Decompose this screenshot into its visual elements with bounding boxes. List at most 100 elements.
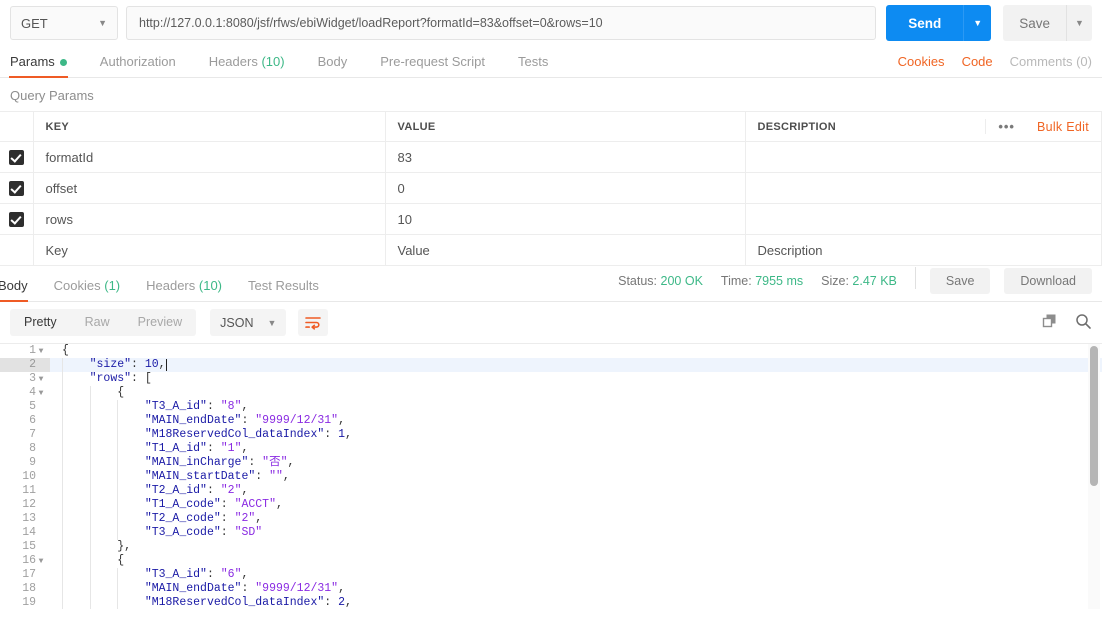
param-description[interactable] xyxy=(745,141,1102,173)
column-header-description-label: DESCRIPTION xyxy=(757,120,836,133)
response-body-code-viewer[interactable]: 1 ▼ {2 "size": 10, 3 ▼ "rows": [4 ▼ {5 "T3_A_… xyxy=(0,344,1102,609)
fold-arrow-icon[interactable]: ▼ xyxy=(36,387,46,401)
request-bar: GET ▼ http://127.0.0.1:8080/jsf/rfws/ebi… xyxy=(0,0,1102,46)
request-tabs-actions: Cookies Code Comments (0) xyxy=(881,54,1092,77)
line-number: 15 xyxy=(0,540,50,554)
code-line[interactable]: 5 "T3_A_id": "8", xyxy=(0,400,1102,414)
indent-guide xyxy=(62,582,63,596)
copy-icon[interactable] xyxy=(1042,313,1059,333)
tab-authorization[interactable]: Authorization xyxy=(100,54,176,77)
response-tab-cookies[interactable]: Cookies (1) xyxy=(54,278,120,301)
response-tab-body[interactable]: Body xyxy=(0,278,28,302)
tab-tests[interactable]: Tests xyxy=(518,54,548,77)
bulk-edit-link[interactable]: Bulk Edit xyxy=(1027,120,1101,134)
code-line[interactable]: 18 "MAIN_endDate": "9999/12/31", xyxy=(0,582,1102,596)
table-header-row: KEY VALUE DESCRIPTION ••• Bulk Edit xyxy=(0,111,1102,142)
new-param-description-input[interactable]: Description xyxy=(745,234,1102,266)
code-line[interactable]: 15 }, xyxy=(0,540,1102,554)
code-line[interactable]: 10 "MAIN_startDate": "", xyxy=(0,470,1102,484)
indent-guide xyxy=(62,400,63,414)
code-text: "T3_A_code": "SD" xyxy=(50,526,262,540)
code-line[interactable]: 7 "M18ReservedCol_dataIndex": 1, xyxy=(0,428,1102,442)
tab-params[interactable]: Params xyxy=(9,54,68,78)
new-param-key-input[interactable]: Key xyxy=(33,234,386,266)
table-row: rows 10 xyxy=(0,203,1102,235)
send-button[interactable]: Send xyxy=(886,5,964,41)
indent-guide xyxy=(62,414,63,428)
word-wrap-icon[interactable] xyxy=(298,309,329,336)
param-checkbox[interactable] xyxy=(8,181,24,197)
tab-body[interactable]: Body xyxy=(318,54,348,77)
new-param-value-input[interactable]: Value xyxy=(385,234,746,266)
tab-headers-count: (10) xyxy=(261,54,285,69)
param-description[interactable] xyxy=(745,203,1102,235)
response-tab-cookies-count: (1) xyxy=(104,278,121,293)
size-value: 2.47 KB xyxy=(852,274,897,288)
param-enabled-cell-empty xyxy=(0,234,34,266)
save-options-caret[interactable]: ▼ xyxy=(1066,5,1092,41)
code-line[interactable]: 16 ▼ { xyxy=(0,554,1102,568)
code-line[interactable]: 19 "M18ReservedCol_dataIndex": 2, xyxy=(0,596,1102,609)
param-key[interactable]: formatId xyxy=(33,141,386,173)
code-line[interactable]: 14 "T3_A_code": "SD" xyxy=(0,526,1102,540)
code-line[interactable]: 12 "T1_A_code": "ACCT", xyxy=(0,498,1102,512)
url-input[interactable]: http://127.0.0.1:8080/jsf/rfws/ebiWidget… xyxy=(126,6,877,40)
code-lines: 1 ▼ {2 "size": 10, 3 ▼ "rows": [4 ▼ {5 "T3_A_… xyxy=(0,344,1102,609)
indent-guide xyxy=(117,582,119,596)
code-line[interactable]: 6 "MAIN_endDate": "9999/12/31", xyxy=(0,414,1102,428)
indent-guide xyxy=(117,470,119,484)
view-mode-preview[interactable]: Preview xyxy=(124,309,196,336)
param-description[interactable] xyxy=(745,172,1102,204)
code-link[interactable]: Code xyxy=(962,54,993,69)
param-checkbox[interactable] xyxy=(8,150,24,166)
indent-guide xyxy=(89,498,91,512)
http-method-select[interactable]: GET ▼ xyxy=(10,6,118,40)
param-value[interactable]: 10 xyxy=(385,203,746,235)
fold-arrow-icon[interactable]: ▼ xyxy=(36,345,46,359)
send-options-caret[interactable]: ▼ xyxy=(963,5,992,41)
time-value: 7955 ms xyxy=(755,274,804,288)
code-line[interactable]: 9 "MAIN_inCharge": "否", xyxy=(0,456,1102,470)
code-line[interactable]: 4 ▼ { xyxy=(0,386,1102,400)
tab-pre-request-script-label: Pre-request Script xyxy=(380,54,485,69)
param-key[interactable]: offset xyxy=(33,172,386,204)
indent-guide xyxy=(117,400,119,414)
tab-headers[interactable]: Headers (10) xyxy=(209,54,285,77)
code-scrollbar-thumb[interactable] xyxy=(1090,346,1098,486)
code-line[interactable]: 17 "T3_A_id": "6", xyxy=(0,568,1102,582)
code-line[interactable]: 8 "T1_A_id": "1", xyxy=(0,442,1102,456)
word-wrap-glyph xyxy=(305,316,322,330)
response-tab-headers[interactable]: Headers (10) xyxy=(146,278,222,301)
tab-pre-request-script[interactable]: Pre-request Script xyxy=(380,54,485,77)
more-options-icon[interactable]: ••• xyxy=(985,119,1027,134)
view-mode-pretty[interactable]: Pretty xyxy=(10,309,71,336)
param-checkbox[interactable] xyxy=(8,212,24,228)
code-line[interactable]: 11 "T2_A_id": "2", xyxy=(0,484,1102,498)
code-line[interactable]: 3 ▼ "rows": [ xyxy=(0,372,1102,386)
select-all-cell xyxy=(0,111,34,142)
indent-guide xyxy=(117,596,119,609)
indent-guide xyxy=(117,428,119,442)
code-line[interactable]: 2 "size": 10, xyxy=(0,358,1102,372)
fold-arrow-icon[interactable]: ▼ xyxy=(36,555,46,569)
response-tab-test-results[interactable]: Test Results xyxy=(248,278,319,301)
cookies-link[interactable]: Cookies xyxy=(898,54,945,69)
param-key[interactable]: rows xyxy=(33,203,386,235)
param-value[interactable]: 83 xyxy=(385,141,746,173)
save-response-button[interactable]: Save xyxy=(929,268,991,294)
search-icon[interactable] xyxy=(1075,313,1092,333)
code-text: "T2_A_code": "2", xyxy=(50,512,262,526)
comments-link[interactable]: Comments (0) xyxy=(1010,54,1092,69)
fold-arrow-icon[interactable]: ▼ xyxy=(36,373,46,387)
code-line[interactable]: 13 "T2_A_code": "2", xyxy=(0,512,1102,526)
indent-guide xyxy=(62,596,63,609)
line-number: 3 ▼ xyxy=(0,372,50,386)
response-format-select[interactable]: JSON ▼ xyxy=(210,309,287,336)
table-row: offset 0 xyxy=(0,172,1102,204)
view-mode-raw[interactable]: Raw xyxy=(71,309,124,336)
download-response-button[interactable]: Download xyxy=(1004,268,1092,294)
save-request-button[interactable]: Save xyxy=(1003,5,1066,41)
table-row: formatId 83 xyxy=(0,141,1102,173)
param-value[interactable]: 0 xyxy=(385,172,746,204)
code-line[interactable]: 1 ▼ { xyxy=(0,344,1102,358)
